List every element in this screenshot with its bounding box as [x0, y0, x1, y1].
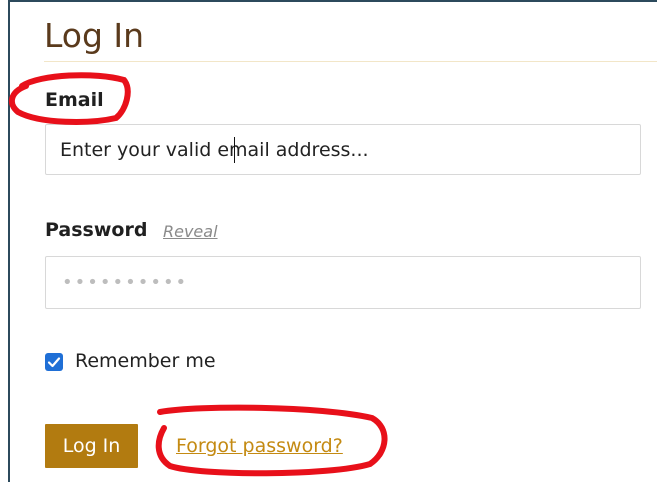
- annotation-overlay: [8, 72, 388, 477]
- title-divider: [44, 61, 657, 62]
- email-field-value: Enter your valid email address...: [60, 139, 369, 161]
- remember-me-label: Remember me: [75, 350, 216, 372]
- password-field[interactable]: ••••••••••: [45, 256, 641, 309]
- text-cursor: [234, 137, 235, 163]
- window-border-left: [8, 0, 10, 482]
- reveal-password-link[interactable]: Reveal: [163, 222, 218, 241]
- email-field[interactable]: Enter your valid email address...: [45, 124, 641, 175]
- checkmark-icon: [47, 357, 61, 368]
- email-label: Email: [45, 89, 104, 111]
- remember-me-checkbox[interactable]: [45, 353, 63, 371]
- password-label: Password: [45, 219, 148, 241]
- login-button[interactable]: Log In: [45, 424, 138, 468]
- page-title: Log In: [44, 16, 145, 55]
- window-border-top: [8, 0, 657, 2]
- forgot-password-link[interactable]: Forgot password?: [176, 435, 343, 457]
- password-masked-value: ••••••••••: [62, 272, 189, 293]
